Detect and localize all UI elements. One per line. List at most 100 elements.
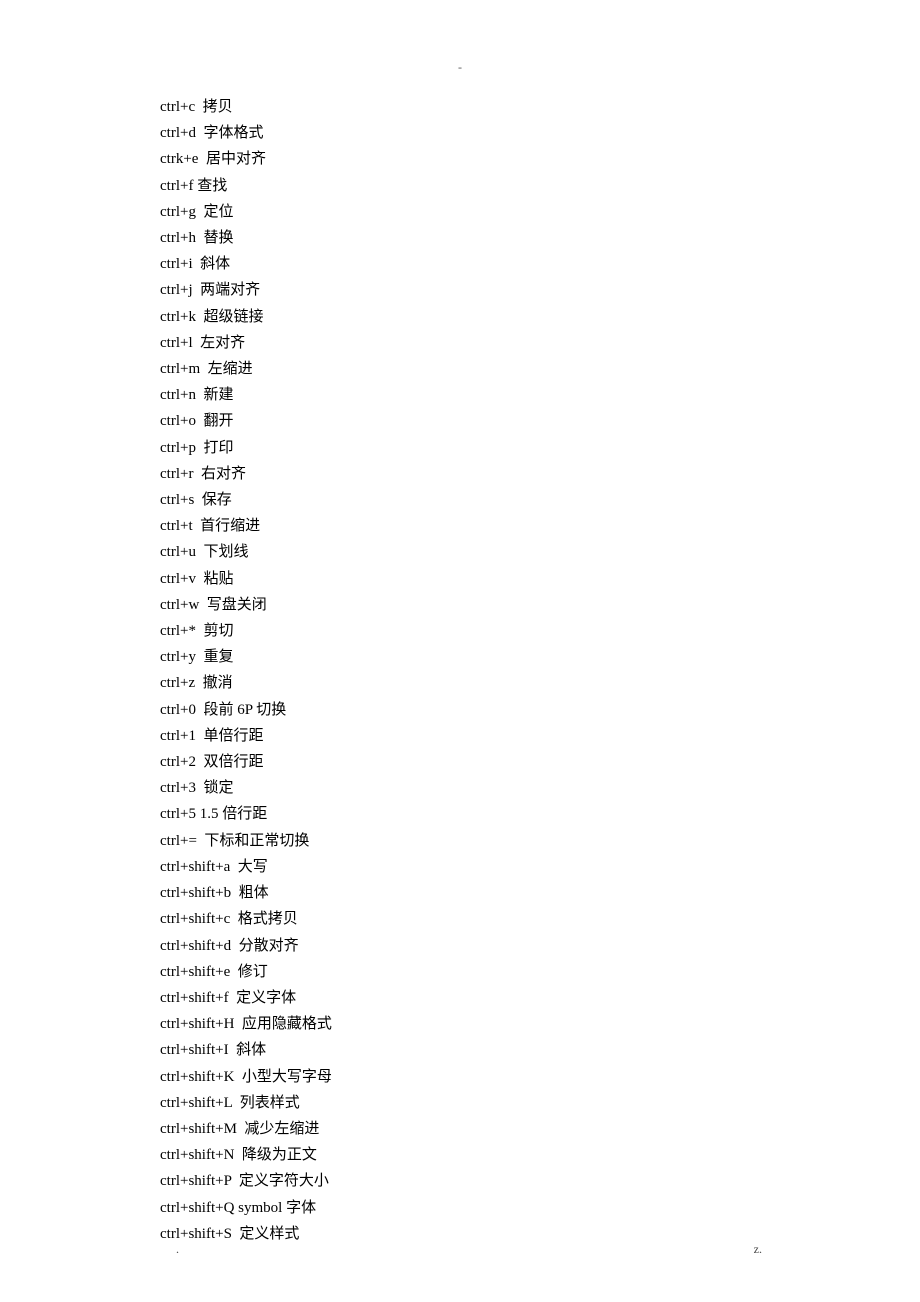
shortcut-key: ctrl+shift+L: [160, 1095, 232, 1111]
separator: [198, 151, 206, 167]
shortcut-key: ctrl+o: [160, 413, 196, 429]
separator: [231, 1173, 239, 1189]
shortcut-key: ctrl+v: [160, 571, 196, 587]
list-item: ctrl+shift+I 斜体: [160, 1037, 332, 1063]
list-item: ctrl+shift+b 粗体: [160, 880, 332, 906]
separator: [195, 675, 203, 691]
shortcut-key: ctrl+*: [160, 623, 196, 639]
list-item: ctrl+h 替换: [160, 225, 332, 251]
shortcut-description: 拷贝: [203, 99, 233, 115]
shortcut-key: ctrl+j: [160, 282, 193, 298]
shortcut-key: ctrl+m: [160, 361, 200, 377]
list-item: ctrl+shift+P 定义字符大小: [160, 1168, 332, 1194]
shortcut-description: 替换: [203, 230, 233, 246]
shortcut-key: ctrl+r: [160, 466, 193, 482]
shortcut-description: 剪切: [203, 623, 233, 639]
list-item: ctrl+n 新建: [160, 382, 332, 408]
separator: [230, 911, 238, 927]
shortcut-description: 应用隐藏格式: [242, 1016, 332, 1032]
shortcut-key: ctrl+shift+Q: [160, 1200, 234, 1216]
list-item: ctrl+t 首行缩进: [160, 513, 332, 539]
separator: [231, 885, 239, 901]
shortcut-key: ctrl+u: [160, 544, 196, 560]
list-item: ctrl+shift+Q symbol 字体: [160, 1195, 332, 1221]
separator: [200, 361, 208, 377]
shortcut-description: 小型大写字母: [242, 1069, 332, 1085]
shortcut-description: 新建: [203, 387, 233, 403]
shortcut-key: ctrl+l: [160, 335, 193, 351]
list-item: ctrl+k 超级链接: [160, 304, 332, 330]
separator: [199, 597, 207, 613]
shortcut-list: ctrl+c 拷贝ctrl+d 字体格式ctrk+e 居中对齐ctrl+f 查找…: [160, 94, 332, 1247]
list-item: ctrl+j 两端对齐: [160, 277, 332, 303]
list-item: ctrl+5 1.5 倍行距: [160, 801, 332, 827]
list-item: ctrl+o 翻开: [160, 408, 332, 434]
shortcut-description: 锁定: [203, 780, 233, 796]
shortcut-key: ctrl+shift+H: [160, 1016, 234, 1032]
list-item: ctrl+i 斜体: [160, 251, 332, 277]
shortcut-key: ctrl+shift+b: [160, 885, 231, 901]
shortcut-key: ctrl+t: [160, 518, 193, 534]
shortcut-description: 斜体: [236, 1042, 266, 1058]
list-item: ctrk+e 居中对齐: [160, 146, 332, 172]
shortcut-description: 定义字体: [236, 990, 296, 1006]
list-item: ctrl+shift+L 列表样式: [160, 1090, 332, 1116]
shortcut-key: ctrl+2: [160, 754, 196, 770]
shortcut-description: 下标和正常切换: [204, 833, 309, 849]
list-item: ctrl+shift+c 格式拷贝: [160, 906, 332, 932]
separator: [231, 938, 239, 954]
list-item: ctrl+shift+d 分散对齐: [160, 933, 332, 959]
shortcut-description: 查找: [197, 178, 227, 194]
list-item: ctrl+z 撤消: [160, 670, 332, 696]
separator: [229, 1042, 237, 1058]
shortcut-key: ctrl+shift+K: [160, 1069, 234, 1085]
shortcut-description: 下划线: [203, 544, 248, 560]
list-item: ctrl+shift+N 降级为正文: [160, 1142, 332, 1168]
shortcut-description: 减少左缩进: [244, 1121, 319, 1137]
shortcut-key: ctrl+5: [160, 806, 196, 822]
list-item: ctrl+= 下标和正常切换: [160, 828, 332, 854]
shortcut-key: ctrl+i: [160, 256, 193, 272]
list-item: ctrl+s 保存: [160, 487, 332, 513]
separator: [234, 1147, 242, 1163]
separator: [232, 1095, 240, 1111]
shortcut-description: 重复: [203, 649, 233, 665]
shortcut-description: 修订: [238, 964, 268, 980]
shortcut-key: ctrl+shift+c: [160, 911, 230, 927]
shortcut-description: 单倍行距: [203, 728, 263, 744]
list-item: ctrl+shift+e 修订: [160, 959, 332, 985]
list-item: ctrl+w 写盘关闭: [160, 592, 332, 618]
shortcut-key: ctrl+0: [160, 702, 196, 718]
list-item: ctrl+l 左对齐: [160, 330, 332, 356]
shortcut-key: ctrl+n: [160, 387, 196, 403]
list-item: ctrl+g 定位: [160, 199, 332, 225]
separator: [229, 990, 237, 1006]
shortcut-description: 降级为正文: [242, 1147, 317, 1163]
shortcut-description: 打印: [203, 440, 233, 456]
shortcut-key: ctrl+shift+P: [160, 1173, 231, 1189]
shortcut-key: ctrl+shift+I: [160, 1042, 229, 1058]
shortcut-description: 分散对齐: [239, 938, 299, 954]
list-item: ctrl+d 字体格式: [160, 120, 332, 146]
shortcut-description: 右对齐: [201, 466, 246, 482]
list-item: ctrl+u 下划线: [160, 539, 332, 565]
shortcut-description: 首行缩进: [200, 518, 260, 534]
shortcut-description: 格式拷贝: [238, 911, 298, 927]
shortcut-description: 居中对齐: [206, 151, 266, 167]
list-item: ctrl+p 打印: [160, 435, 332, 461]
separator: [193, 518, 201, 534]
shortcut-description: 定义字符大小: [239, 1173, 329, 1189]
footer-left-dot: .: [176, 1242, 179, 1257]
list-item: ctrl+2 双倍行距: [160, 749, 332, 775]
shortcut-key: ctrl+shift+N: [160, 1147, 234, 1163]
list-item: ctrl+3 锁定: [160, 775, 332, 801]
list-item: ctrl+m 左缩进: [160, 356, 332, 382]
shortcut-key: ctrl+d: [160, 125, 196, 141]
shortcut-description: 双倍行距: [203, 754, 263, 770]
shortcut-description: 粘贴: [203, 571, 233, 587]
shortcut-key: ctrl+shift+M: [160, 1121, 237, 1137]
separator: [234, 1069, 242, 1085]
list-item: ctrl+v 粘贴: [160, 566, 332, 592]
separator: [230, 964, 238, 980]
list-item: ctrl+* 剪切: [160, 618, 332, 644]
